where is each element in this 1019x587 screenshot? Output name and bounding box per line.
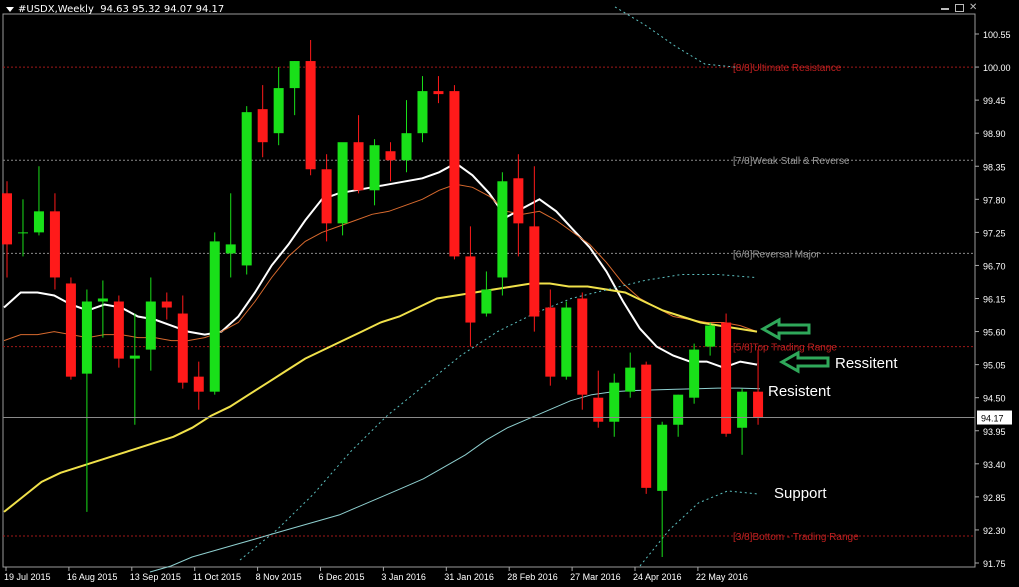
candle-body [257, 109, 268, 143]
annotation-text: Ressitent [835, 355, 898, 372]
candle-body [225, 244, 236, 254]
x-tick-label: 19 Jul 2015 [4, 572, 51, 582]
y-tick-label: 100.00 [983, 63, 1011, 73]
candle-body [401, 133, 412, 161]
minimize-icon[interactable] [941, 4, 949, 10]
x-tick-label: 11 Oct 2015 [193, 572, 241, 582]
candle-body [321, 169, 332, 224]
candle-body [305, 61, 316, 170]
candle-body [449, 91, 460, 257]
y-tick-label: 97.80 [983, 195, 1006, 205]
x-tick-label: 24 Apr 2016 [633, 572, 682, 582]
chart-header: #USDX,Weekly 94.63 95.32 94.07 94.17 [6, 4, 224, 15]
y-tick-label: 95.60 [983, 328, 1006, 338]
candle-body [209, 241, 220, 392]
murrey-level-label: [8/8]Ultimate Resistance [733, 63, 842, 74]
murrey-level-label: [6/8]Reversal Major [733, 249, 820, 260]
candle-body [577, 298, 588, 395]
candle-body [545, 307, 556, 377]
candlestick-chart[interactable]: [8/8]Ultimate Resistance [7/8]Weak Stall … [0, 0, 1019, 587]
candle-body [33, 211, 44, 233]
x-tick-label: 6 Dec 2015 [319, 572, 365, 582]
candle-body [417, 91, 428, 134]
x-tick-label: 31 Jan 2016 [444, 572, 494, 582]
resistance-arrow-icon [759, 317, 811, 341]
candle-body [385, 151, 396, 161]
y-tick-label: 96.15 [983, 295, 1006, 305]
candle-body [177, 313, 188, 383]
resistance-arrow-icon [778, 350, 830, 374]
candle-body [49, 211, 60, 278]
candle-body [353, 142, 364, 191]
indicator-line [639, 490, 758, 567]
symbol-label: #USDX,Weekly [18, 4, 94, 15]
candle-body [593, 397, 604, 422]
candle-body [369, 145, 380, 191]
candle-body [481, 289, 492, 314]
x-tick-label: 3 Jan 2016 [381, 572, 426, 582]
candle-body [113, 301, 124, 359]
candle-body [705, 325, 716, 347]
candle-body [145, 301, 156, 350]
murrey-level-label: [7/8]Weak Stall & Reverse [733, 156, 850, 167]
x-tick-label: 13 Sep 2015 [130, 572, 181, 582]
x-tick-label: 22 May 2016 [696, 572, 748, 582]
chart-window: [8/8]Ultimate Resistance [7/8]Weak Stall … [0, 0, 1019, 587]
candle-body [609, 382, 620, 422]
candle-body [433, 91, 444, 95]
x-tick-label: 16 Aug 2015 [67, 572, 118, 582]
y-tick-label: 92.30 [983, 526, 1006, 536]
candle-body [737, 391, 748, 428]
candle-body [65, 283, 76, 377]
candle-body [689, 349, 700, 398]
y-tick-label: 93.95 [983, 427, 1006, 437]
candle-body [529, 226, 540, 317]
y-tick-label: 98.90 [983, 129, 1006, 139]
x-tick-label: 28 Feb 2016 [507, 572, 558, 582]
candle-body [81, 301, 92, 374]
candle-body [161, 301, 172, 308]
indicator-line [149, 387, 761, 573]
y-tick-label: 95.05 [983, 361, 1006, 371]
candle-body [129, 355, 140, 359]
candle-body [753, 391, 764, 418]
y-tick-label: 98.35 [983, 162, 1006, 172]
candle-body [241, 112, 252, 266]
current-price-label: 94.17 [981, 414, 1004, 424]
candle-body [17, 232, 28, 234]
y-tick-label: 97.25 [983, 228, 1006, 238]
x-tick-label: 27 Mar 2016 [570, 572, 621, 582]
candle-body [625, 367, 636, 392]
candle-body [513, 178, 524, 224]
indicator-line [614, 6, 736, 68]
maximize-icon[interactable] [955, 4, 964, 12]
candle-body [673, 394, 684, 425]
candle-body [657, 424, 668, 491]
candle-body [273, 88, 284, 134]
y-tick-label: 92.85 [983, 493, 1006, 503]
murrey-level-label: [5/8]Top Trading Range [733, 343, 837, 354]
dropdown-arrow-icon[interactable] [6, 6, 14, 12]
murrey-level-label: [3/8]Bottom - Trading Range [733, 532, 859, 543]
y-tick-label: 96.70 [983, 261, 1006, 271]
ohlc-readout: 94.63 95.32 94.07 94.17 [100, 4, 225, 15]
candle-body [497, 181, 508, 278]
y-tick-label: 99.45 [983, 96, 1006, 106]
candle-body [193, 376, 204, 392]
annotation-text: Support [774, 485, 827, 502]
x-tick-label: 8 Nov 2015 [256, 572, 302, 582]
candle-body [97, 298, 108, 302]
y-tick-label: 100.55 [983, 30, 1011, 40]
candle-body [2, 193, 12, 245]
candle-body [641, 364, 652, 488]
close-icon[interactable]: ✕ [969, 3, 979, 13]
annotation-text: Resistent [768, 383, 831, 400]
candle-body [465, 256, 476, 323]
candle-body [561, 307, 572, 377]
y-tick-label: 91.75 [983, 559, 1006, 569]
y-tick-label: 93.40 [983, 460, 1006, 470]
candle-body [289, 61, 300, 89]
candle-body [337, 142, 348, 224]
y-tick-label: 94.50 [983, 394, 1006, 404]
